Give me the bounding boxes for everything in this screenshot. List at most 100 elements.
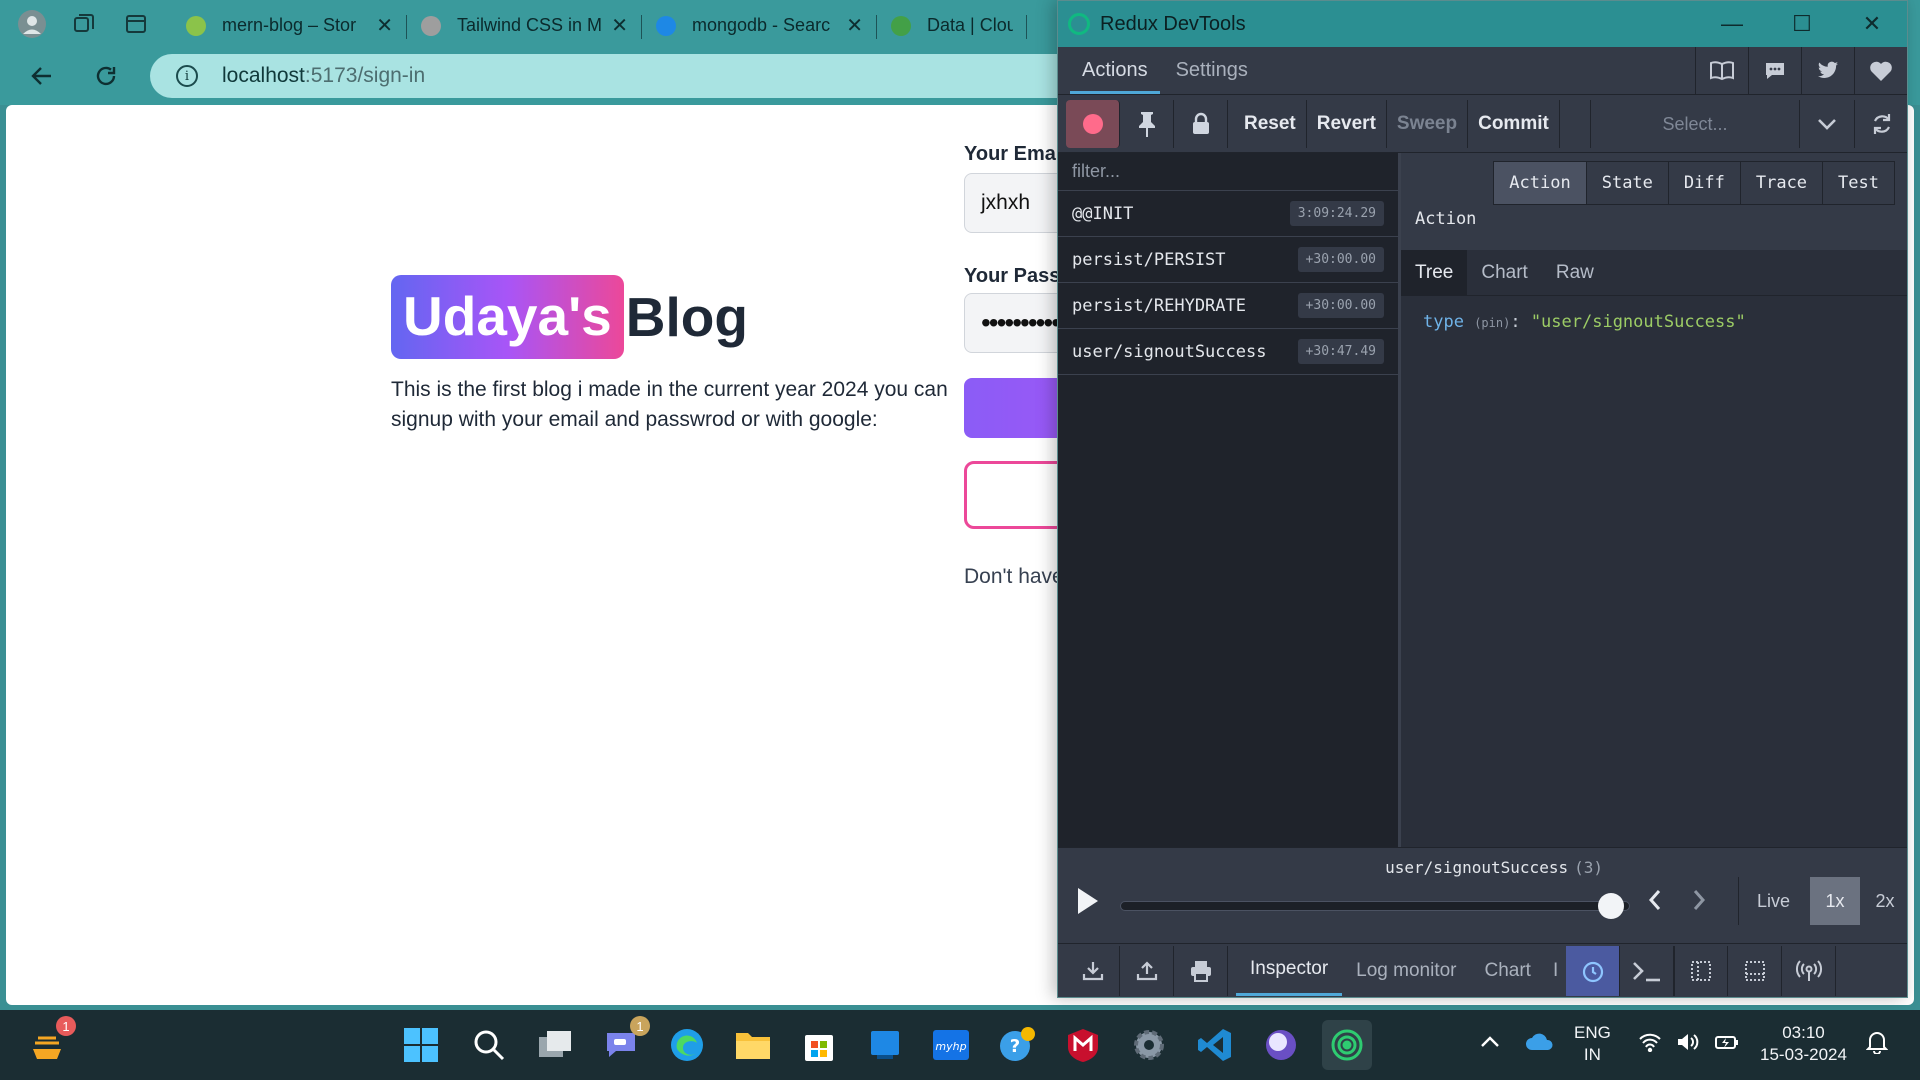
search-icon[interactable] bbox=[464, 1020, 514, 1070]
myhp-icon[interactable]: myhp bbox=[926, 1020, 976, 1070]
action-slider-panel: user/signoutSuccess (3) Live 1x 2x bbox=[1058, 847, 1907, 943]
chevron-down-icon[interactable] bbox=[1800, 100, 1854, 148]
monitor-tab-chart[interactable]: Chart bbox=[1471, 946, 1545, 996]
refresh-button[interactable] bbox=[84, 54, 128, 98]
live-button[interactable]: Live bbox=[1738, 877, 1808, 925]
clock-time: 03:10 bbox=[1782, 1023, 1825, 1042]
grid-left-icon[interactable] bbox=[1674, 945, 1729, 996]
action-row[interactable]: persist/PERSIST +30:00.00 bbox=[1058, 237, 1398, 283]
tab-tree[interactable]: Tree bbox=[1401, 249, 1468, 296]
browser-tab[interactable]: Tailwind CSS in M ✕ bbox=[407, 7, 642, 45]
task-view-icon[interactable] bbox=[530, 1020, 580, 1070]
reset-button[interactable]: Reset bbox=[1234, 99, 1307, 148]
feedback-icon[interactable] bbox=[1748, 47, 1801, 95]
terminal-icon[interactable] bbox=[1620, 945, 1675, 996]
play-icon[interactable] bbox=[1078, 888, 1098, 914]
tab-settings[interactable]: Settings bbox=[1164, 59, 1260, 94]
close-tab-icon[interactable]: ✕ bbox=[611, 13, 628, 38]
next-action-icon[interactable] bbox=[1692, 886, 1706, 918]
monitor-tab-more[interactable]: I bbox=[1545, 946, 1566, 996]
tree-key[interactable]: type bbox=[1423, 312, 1464, 332]
export-icon[interactable] bbox=[1120, 945, 1174, 996]
input-language[interactable]: ENG IN bbox=[1574, 1022, 1611, 1066]
sync-icon[interactable] bbox=[1854, 100, 1908, 148]
tab-actions[interactable]: Actions bbox=[1070, 59, 1160, 94]
back-button[interactable] bbox=[20, 54, 64, 98]
tab-test[interactable]: Test bbox=[1822, 162, 1894, 204]
tab-state[interactable]: State bbox=[1585, 162, 1668, 204]
remote-broadcast-icon[interactable] bbox=[1782, 945, 1837, 996]
grid-bottom-icon[interactable] bbox=[1728, 945, 1783, 996]
workspaces-icon[interactable] bbox=[64, 4, 104, 44]
speed-1x-button[interactable]: 1x bbox=[1810, 877, 1860, 925]
url-host: localhost bbox=[222, 64, 305, 87]
commit-button[interactable]: Commit bbox=[1468, 99, 1560, 148]
revert-button[interactable]: Revert bbox=[1307, 99, 1387, 148]
heart-icon[interactable] bbox=[1854, 47, 1907, 95]
show-hidden-icons[interactable] bbox=[1480, 1032, 1500, 1054]
minimize-icon[interactable]: — bbox=[1697, 11, 1767, 37]
maximize-icon[interactable]: ☐ bbox=[1767, 11, 1837, 37]
mcafee-icon[interactable] bbox=[1058, 1020, 1108, 1070]
url-input[interactable]: i localhost:5173/sign-in bbox=[150, 54, 1150, 98]
region-label: IN bbox=[1583, 1045, 1601, 1064]
tab-trace[interactable]: Trace bbox=[1739, 162, 1822, 204]
close-tab-icon[interactable]: ✕ bbox=[846, 13, 863, 38]
start-icon[interactable] bbox=[396, 1020, 446, 1070]
lock-button[interactable] bbox=[1174, 99, 1228, 148]
slider-track[interactable] bbox=[1120, 901, 1630, 911]
tab-raw[interactable]: Raw bbox=[1542, 250, 1608, 296]
instance-select[interactable]: Select... bbox=[1590, 100, 1800, 148]
pin-button[interactable] bbox=[1120, 99, 1174, 148]
logo-text: Blog bbox=[625, 286, 748, 348]
previous-action-icon[interactable] bbox=[1648, 886, 1662, 918]
redux-devtools-taskbar-icon[interactable] bbox=[1322, 1020, 1372, 1070]
print-icon[interactable] bbox=[1174, 945, 1228, 996]
window-title: Redux DevTools bbox=[1100, 12, 1246, 35]
site-info-icon[interactable]: i bbox=[176, 65, 198, 87]
teams-chat-icon[interactable]: 1 bbox=[596, 1016, 650, 1070]
device-app-icon[interactable] bbox=[860, 1020, 910, 1070]
moon-app-icon[interactable] bbox=[1256, 1020, 1306, 1070]
tab-action[interactable]: Action bbox=[1494, 162, 1586, 204]
import-icon[interactable] bbox=[1066, 945, 1120, 996]
browser-tab[interactable]: mongodb - Searc ✕ bbox=[642, 7, 877, 45]
quick-settings[interactable] bbox=[1638, 1032, 1740, 1052]
browser-tab[interactable]: Data | Cloud: bbox=[877, 7, 1027, 45]
site-logo[interactable]: Udaya's Blog bbox=[391, 275, 748, 359]
record-button[interactable] bbox=[1066, 99, 1120, 148]
browser-tab[interactable]: mern-blog – Stor ✕ bbox=[172, 7, 407, 45]
slider-handle[interactable] bbox=[1598, 893, 1624, 919]
close-window-icon[interactable]: ✕ bbox=[1837, 11, 1907, 37]
vscode-icon[interactable] bbox=[1190, 1020, 1240, 1070]
widgets-icon[interactable]: 1 bbox=[22, 1016, 76, 1070]
tab-chart[interactable]: Chart bbox=[1467, 250, 1541, 296]
tab-diff[interactable]: Diff bbox=[1667, 162, 1740, 204]
monitor-tab-log-monitor[interactable]: Log monitor bbox=[1342, 946, 1470, 996]
pin-label[interactable]: (pin) bbox=[1474, 316, 1510, 330]
profile-icon[interactable] bbox=[12, 4, 52, 44]
action-row[interactable]: @@INIT 3:09:24.29 bbox=[1058, 191, 1398, 237]
filter-input[interactable]: filter... bbox=[1058, 153, 1398, 191]
notification-bell-icon[interactable] bbox=[1865, 1030, 1889, 1060]
file-explorer-icon[interactable] bbox=[728, 1020, 778, 1070]
microsoft-store-icon[interactable] bbox=[794, 1020, 844, 1070]
dispatcher-timer-icon[interactable] bbox=[1566, 945, 1621, 996]
action-row[interactable]: persist/REHYDRATE +30:00.00 bbox=[1058, 283, 1398, 329]
devtools-titlebar: Redux DevTools — ☐ ✕ bbox=[1058, 1, 1907, 47]
action-time: +30:00.00 bbox=[1297, 247, 1384, 272]
close-tab-icon[interactable]: ✕ bbox=[376, 13, 393, 38]
get-help-icon[interactable]: ? bbox=[992, 1020, 1042, 1070]
edge-browser-icon[interactable] bbox=[662, 1020, 712, 1070]
settings-gear-icon[interactable] bbox=[1124, 1020, 1174, 1070]
action-row[interactable]: user/signoutSuccess +30:47.49 bbox=[1058, 329, 1398, 375]
twitter-icon[interactable] bbox=[1801, 47, 1854, 95]
speed-2x-button[interactable]: 2x bbox=[1862, 877, 1908, 925]
book-icon[interactable] bbox=[1695, 47, 1748, 95]
onedrive-icon[interactable] bbox=[1524, 1032, 1554, 1058]
action-tree: type (pin): "user/signoutSuccess" bbox=[1423, 312, 1746, 332]
sweep-button[interactable]: Sweep bbox=[1387, 99, 1469, 148]
tab-actions-icon[interactable] bbox=[116, 4, 156, 44]
clock[interactable]: 03:10 15-03-2024 bbox=[1760, 1022, 1847, 1066]
monitor-tab-inspector[interactable]: Inspector bbox=[1236, 946, 1343, 996]
